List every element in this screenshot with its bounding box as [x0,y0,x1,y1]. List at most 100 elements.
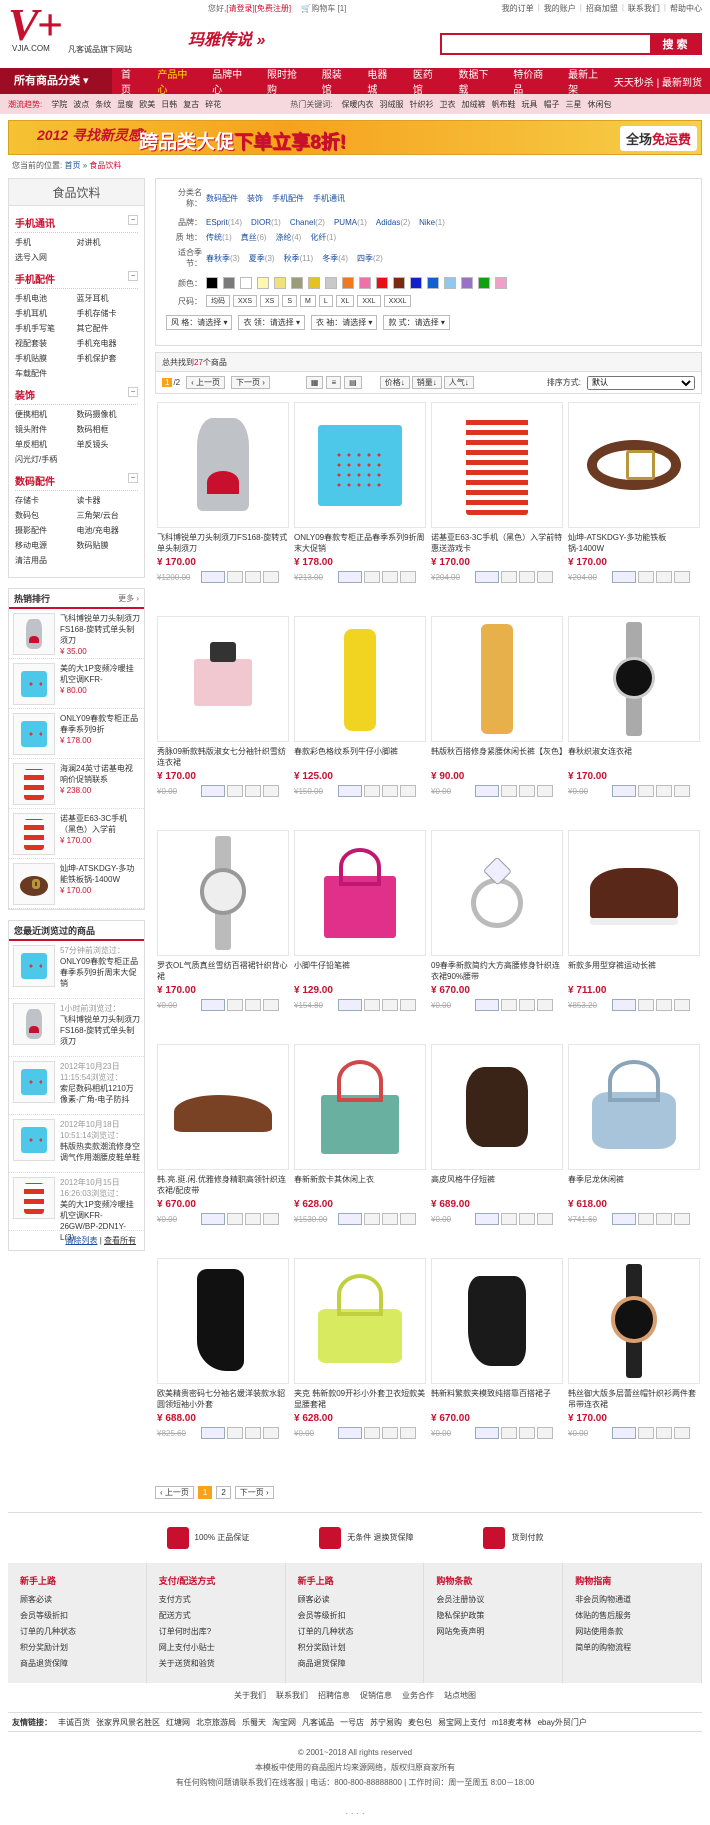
list-view-icon[interactable]: ≡ [326,376,342,389]
product-name[interactable]: 韩版秋百搭修身紧腰休闲长裤【灰色】 [431,746,563,770]
product-card[interactable]: 新款多用型穿裤运动长裤 ¥ 711.00 ¥853.20 [566,830,702,1044]
help-link[interactable]: 会员等级折扣 [20,1608,134,1624]
compare-icon[interactable] [537,1427,553,1439]
favorite-icon[interactable] [364,1213,380,1225]
help-link[interactable]: 网站免责声明 [436,1624,550,1640]
nav-item[interactable]: 医药馆 [404,66,450,96]
friend-link[interactable]: 麦包包 [405,1718,435,1727]
friend-link[interactable]: 红塘网 [163,1718,193,1727]
compare-icon[interactable] [674,999,690,1011]
product-image[interactable] [431,402,563,528]
trend-tag[interactable]: 学院 [48,99,70,110]
nav-item[interactable]: 首页 [112,66,148,96]
add-to-cart-icon[interactable] [338,1213,362,1225]
add-to-cart-icon[interactable] [612,785,636,797]
friend-link[interactable]: 一号店 [337,1718,367,1727]
register-link[interactable]: [免费注册] [255,4,291,13]
zoom-icon[interactable] [245,571,261,583]
clear-list-link[interactable]: 清除列表 [65,1236,97,1245]
product-name[interactable]: 韩丝御大版多层蕾丝帽针织衫两件套吊带连衣裙 [568,1388,700,1412]
product-card[interactable]: 欧美精贵密码七分袖名媛洋装款水貂圆领短袖小外套 ¥ 688.00 ¥825.60 [155,1258,291,1472]
compare-icon[interactable] [400,1213,416,1225]
zoom-icon[interactable] [656,785,672,797]
category-group-title[interactable]: 数码配件 − [15,470,138,491]
help-link[interactable]: 关于送货和验货 [159,1656,273,1672]
zoom-icon[interactable] [519,571,535,583]
pager-page-1[interactable]: 1 [197,1486,213,1499]
product-name[interactable]: 秀脉09新款韩版淑女七分袖针织雪纺连衣裙 [157,746,289,770]
zoom-icon[interactable] [245,785,261,797]
nav-item[interactable]: 数据下载 [450,66,505,96]
product-image[interactable] [294,1258,426,1384]
nav-item[interactable]: 最新上架 [559,66,614,96]
favorite-icon[interactable] [638,1427,654,1439]
cart-icon[interactable]: 🛒 [301,4,311,13]
trend-tag[interactable]: 碎花 [202,99,224,110]
favorite-icon[interactable] [227,999,243,1011]
trend-tag[interactable]: 日韩 [158,99,180,110]
size-option[interactable]: XXL [357,295,381,307]
product-name[interactable]: 春新新款卡其休闲上衣 [294,1174,426,1198]
add-to-cart-icon[interactable] [338,571,362,583]
product-image[interactable] [431,830,563,956]
add-to-cart-icon[interactable] [475,571,499,583]
trend-tag[interactable]: 条纹 [92,99,114,110]
product-card[interactable]: 夹克 韩新款09开衫小外套卫衣短款美显腰套裙 ¥ 628.00 ¥0.00 [292,1258,428,1472]
help-link[interactable]: 积分奖励计划 [298,1640,412,1656]
recent-item-thumb[interactable] [13,1061,55,1103]
hot-item-name[interactable]: 诺基亚E63-3C手机（黑色）入学前 [60,813,140,835]
help-link[interactable]: 网站使用条款 [575,1624,689,1640]
add-to-cart-icon[interactable] [201,999,225,1011]
favorite-icon[interactable] [501,571,517,583]
filter-brand[interactable]: Nike(1) [419,218,445,227]
zoom-icon[interactable] [519,1427,535,1439]
cart-link[interactable]: 购物车 [311,4,335,13]
filter-category[interactable]: 手机配件 [272,193,304,204]
product-name[interactable]: 欧美精贵密码七分袖名媛洋装款水貂圆领短袖小外套 [157,1388,289,1412]
hot-item-thumb[interactable] [13,713,55,755]
hot-item-thumb[interactable] [13,863,55,905]
add-to-cart-icon[interactable] [338,999,362,1011]
favorite-icon[interactable] [227,1427,243,1439]
category-item[interactable]: 清洁用品 [15,553,77,568]
filter-material[interactable]: 涤纶(4) [276,232,302,243]
zoom-icon[interactable] [519,1213,535,1225]
help-link[interactable]: 体贴的售后服务 [575,1608,689,1624]
favorite-icon[interactable] [364,1427,380,1439]
recent-item-thumb[interactable] [13,1177,55,1219]
zoom-icon[interactable] [656,571,672,583]
hot-item[interactable]: 美的大1P变频冷暖挂机空调KFR- ¥ 80.00 [9,659,144,709]
nav-item[interactable]: 限时抢购 [258,66,313,96]
favorite-icon[interactable] [501,1213,517,1225]
compare-icon[interactable] [674,1213,690,1225]
size-option[interactable]: 均码 [206,295,230,307]
help-link[interactable]: 顾客必读 [20,1592,134,1608]
collapse-icon[interactable]: − [128,387,138,397]
compare-icon[interactable] [400,785,416,797]
category-item[interactable]: 其它配件 [77,321,139,336]
help-link[interactable]: 商品退货保障 [298,1656,412,1672]
product-card[interactable]: 韩新料繁款夹模致纯搭靠百搭裙子 ¥ 670.00 ¥0.00 [429,1258,565,1472]
color-swatch[interactable] [206,277,218,289]
category-item[interactable]: 选号入网 [15,250,77,265]
footer-link[interactable]: 促销信息 [355,1691,397,1700]
hot-item-name[interactable]: 海澜24英寸诺基电视响价促销联系 [60,763,140,785]
join-link[interactable]: 招商加盟 [586,3,618,17]
hot-item-thumb[interactable] [13,813,55,855]
category-item[interactable]: 数码摄像机 [77,407,139,422]
grid-view-icon[interactable]: ▦ [305,376,324,389]
favorite-icon[interactable] [227,1213,243,1225]
product-card[interactable]: 诺基亚E63-3C手机（黑色）入学前特惠送游戏卡 ¥ 170.00 ¥204.00 [429,402,565,616]
product-name[interactable]: 09春季新款简约大方高腰修身针织连衣裙90%腰带 [431,960,563,984]
color-swatch[interactable] [444,277,456,289]
zoom-icon[interactable] [656,999,672,1011]
category-item[interactable]: 手机保护套 [77,351,139,366]
compare-icon[interactable] [263,785,279,797]
color-swatch[interactable] [427,277,439,289]
help-link[interactable]: 网上支付小贴士 [159,1640,273,1656]
compare-icon[interactable] [537,999,553,1011]
product-image[interactable] [568,1258,700,1384]
trend-tag[interactable]: 欧美 [136,99,158,110]
help-link[interactable]: 顾客必读 [298,1592,412,1608]
size-option[interactable]: XXS [233,295,258,307]
